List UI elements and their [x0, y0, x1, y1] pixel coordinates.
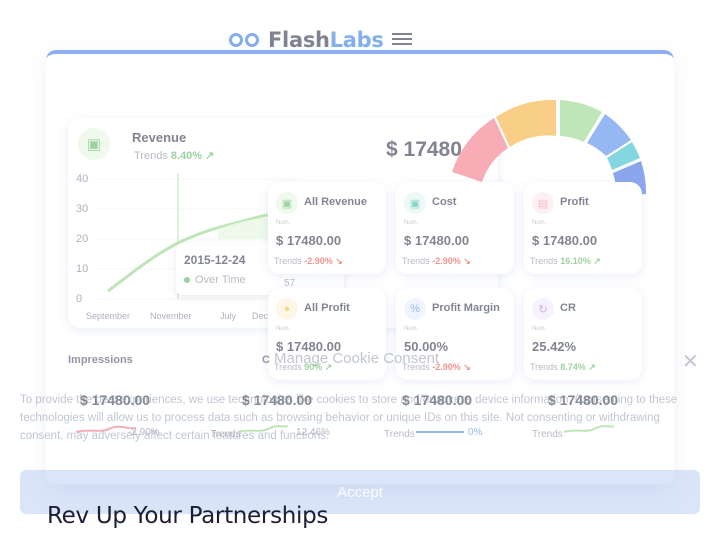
section-headline: Rev Up Your Partnerships: [47, 503, 329, 529]
cookie-consent-overlay: [0, 0, 720, 540]
close-icon[interactable]: ✕: [682, 349, 699, 374]
cookie-text: To provide the best experiences, we use …: [20, 394, 678, 442]
cookie-title: Manage Cookie Consent: [274, 350, 440, 367]
